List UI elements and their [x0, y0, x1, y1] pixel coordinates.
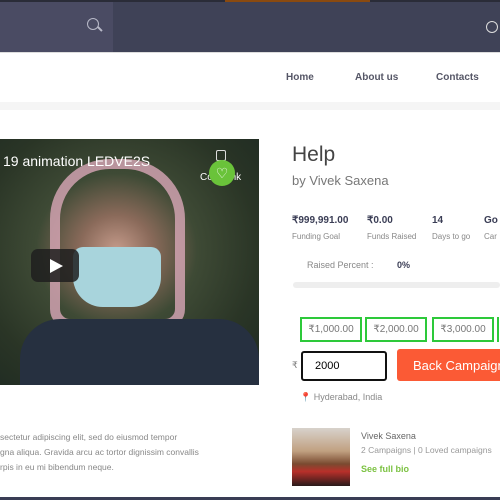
- stat-value: Go: [484, 215, 498, 226]
- raised-percent-label: Raised Percent :: [307, 260, 374, 270]
- author-avatar[interactable]: [292, 428, 350, 486]
- nav-contacts[interactable]: Contacts: [436, 72, 479, 83]
- raised-percent-value: 0%: [397, 260, 411, 270]
- back-campaign-button[interactable]: Back Campaign: [397, 349, 500, 381]
- video-title[interactable]: 19 animation LEDVE2S: [3, 153, 150, 169]
- top-bar: [0, 0, 500, 52]
- heart-icon[interactable]: ♡: [209, 160, 235, 186]
- search-icon[interactable]: [87, 18, 99, 30]
- location-text: Hyderabad, India: [313, 392, 383, 402]
- video-frame-jacket: [20, 319, 259, 385]
- accent-line: [225, 0, 370, 2]
- video-frame-mask: [73, 247, 161, 307]
- divider-band: [0, 102, 500, 110]
- stat-label: Days to go: [432, 232, 471, 241]
- author-name[interactable]: Vivek Saxena: [361, 431, 416, 441]
- description-line: sectetur adipiscing elit, sed do eiusmod…: [0, 432, 178, 442]
- description-line: gna aliqua. Gravida arcu ac tortor digni…: [0, 447, 199, 457]
- description-line: rpis in eu mi bibendum neque.: [0, 462, 114, 472]
- campaign-description: sectetur adipiscing elit, sed do eiusmod…: [0, 430, 199, 475]
- amount-input[interactable]: [301, 351, 387, 381]
- amount-option-4[interactable]: [497, 317, 499, 342]
- author-campaigns: 2 Campaigns | 0 Loved campaigns: [361, 445, 492, 455]
- stat-value: ₹999,991.00: [292, 215, 349, 226]
- campaign-title: Help: [292, 143, 336, 166]
- stat-value: ₹0.00: [367, 215, 393, 226]
- stat-label: Car: [484, 232, 497, 241]
- stat-value: 14: [432, 215, 444, 226]
- amount-option-2000[interactable]: ₹2,000.00: [365, 317, 427, 342]
- user-icon[interactable]: [486, 21, 498, 33]
- location: 📍 Hyderabad, India: [300, 392, 382, 403]
- stat-days: 14 Days to go: [432, 215, 470, 241]
- currency-symbol: ₹: [292, 360, 298, 370]
- nav-home[interactable]: Home: [286, 72, 314, 83]
- stat-label: Funding Goal: [292, 232, 341, 241]
- raised-progress-bar: [293, 282, 500, 288]
- nav-about[interactable]: About us: [355, 72, 398, 83]
- stat-funding-goal: ₹999,991.00 Funding Goal: [292, 215, 348, 241]
- stat-goal: Go Car: [484, 215, 498, 241]
- stat-funds-raised: ₹0.00 Funds Raised: [367, 215, 416, 241]
- play-button[interactable]: [31, 249, 79, 282]
- amount-option-1000[interactable]: ₹1,000.00: [300, 317, 362, 342]
- top-line: [0, 0, 500, 2]
- amount-option-3000[interactable]: ₹3,000.00: [432, 317, 494, 342]
- campaign-byline: by Vivek Saxena: [292, 173, 389, 188]
- map-pin-icon: 📍: [300, 392, 312, 402]
- see-full-bio-link[interactable]: See full bio: [361, 464, 409, 474]
- search-area[interactable]: [0, 0, 113, 52]
- main-nav: Home About us Contacts: [0, 52, 500, 102]
- stat-label: Funds Raised: [367, 232, 417, 241]
